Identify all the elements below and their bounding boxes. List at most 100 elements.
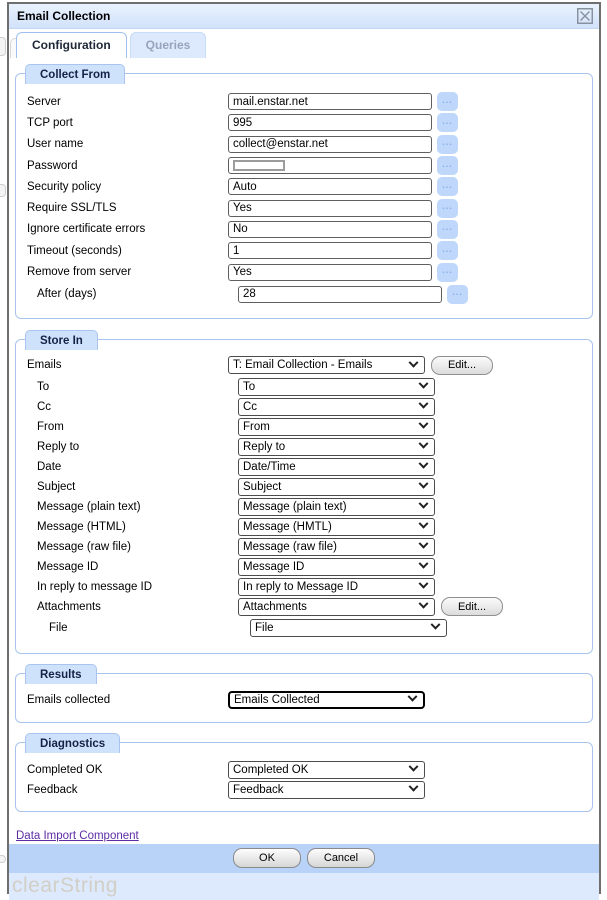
security-policy-input[interactable]: Auto <box>228 178 432 195</box>
timeout-browse-button[interactable]: ... <box>437 241 458 260</box>
in-reply-to-select[interactable]: In reply to Message ID <box>238 578 435 596</box>
message-id-select[interactable]: Message ID <box>238 558 435 576</box>
in-reply-to-row: In reply to message ID In reply to Messa… <box>16 577 592 597</box>
tab-configuration[interactable]: Configuration <box>16 32 127 58</box>
store-in-section: Store In Emails T: Email Collection - Em… <box>15 339 593 654</box>
feedback-row: Feedback Feedback <box>16 780 592 800</box>
chevron-down-icon <box>419 419 429 429</box>
security-policy-browse-button[interactable]: ... <box>437 177 458 196</box>
message-id-label: Message ID <box>37 561 238 573</box>
emails-collected-label: Emails collected <box>27 694 228 706</box>
title-bar: Email Collection <box>9 4 599 29</box>
cc-label: Cc <box>37 401 238 413</box>
ignore-cert-errors-browse-button[interactable]: ... <box>437 220 458 239</box>
completed-ok-label: Completed OK <box>27 764 228 776</box>
ok-button[interactable]: OK <box>233 848 301 868</box>
chevron-down-icon <box>419 459 429 469</box>
server-row: Server mail.enstar.net ... <box>16 91 592 112</box>
remove-from-server-row: Remove from server Yes ... <box>16 261 592 282</box>
configuration-panel: Collect From Server mail.enstar.net ... … <box>9 58 599 844</box>
dialog-title: Email Collection <box>17 9 576 23</box>
cc-select[interactable]: Cc <box>238 398 435 416</box>
ignore-cert-errors-input[interactable]: No <box>228 221 432 238</box>
date-row: Date Date/Time <box>16 457 592 477</box>
chevron-down-icon <box>408 692 418 702</box>
in-reply-to-label: In reply to message ID <box>37 581 238 593</box>
message-html-select[interactable]: Message (HMTL) <box>238 518 435 536</box>
cancel-button[interactable]: Cancel <box>307 848 375 868</box>
ignore-cert-errors-label: Ignore certificate errors <box>27 223 228 235</box>
password-row: Password ... <box>16 155 592 176</box>
store-in-legend: Store In <box>25 330 98 350</box>
emails-collected-select[interactable]: Emails Collected <box>228 691 425 709</box>
security-policy-row: Security policy Auto ... <box>16 176 592 197</box>
diagnostics-legend: Diagnostics <box>25 733 120 753</box>
user-name-input[interactable]: collect@enstar.net <box>228 136 432 153</box>
after-days-input[interactable]: 28 <box>238 286 442 303</box>
after-days-browse-button[interactable]: ... <box>447 285 468 304</box>
message-raw-file-label: Message (raw file) <box>37 541 238 553</box>
cc-row: Cc Cc <box>16 397 592 417</box>
password-input[interactable] <box>228 157 432 174</box>
user-name-row: User name collect@enstar.net ... <box>16 134 592 155</box>
file-select[interactable]: File <box>250 619 447 637</box>
data-import-component-link[interactable]: Data Import Component <box>16 830 139 842</box>
message-raw-file-row: Message (raw file) Message (raw file) <box>16 537 592 557</box>
emails-edit-button[interactable]: Edit... <box>431 356 493 375</box>
close-icon[interactable] <box>576 8 593 25</box>
tcp-port-browse-button[interactable]: ... <box>437 113 458 132</box>
require-ssl-browse-button[interactable]: ... <box>437 199 458 218</box>
chevron-down-icon <box>431 620 441 630</box>
emails-select[interactable]: T: Email Collection - Emails <box>228 356 425 374</box>
server-input[interactable]: mail.enstar.net <box>228 93 432 110</box>
completed-ok-select[interactable]: Completed OK <box>228 761 425 779</box>
tcp-port-row: TCP port 995 ... <box>16 112 592 133</box>
feedback-select[interactable]: Feedback <box>228 781 425 799</box>
chevron-down-icon <box>419 559 429 569</box>
message-id-row: Message ID Message ID <box>16 557 592 577</box>
subject-select[interactable]: Subject <box>238 478 435 496</box>
chevron-down-icon <box>419 499 429 509</box>
date-select[interactable]: Date/Time <box>238 458 435 476</box>
link-row: Data Import Component <box>16 826 593 844</box>
background-fragment <box>0 184 6 197</box>
date-label: Date <box>37 461 238 473</box>
chevron-down-icon <box>419 439 429 449</box>
remove-from-server-input[interactable]: Yes <box>228 264 432 281</box>
from-select[interactable]: From <box>238 418 435 436</box>
file-label: File <box>49 622 250 634</box>
tcp-port-label: TCP port <box>27 117 228 129</box>
require-ssl-input[interactable]: Yes <box>228 200 432 217</box>
reply-to-select[interactable]: Reply to <box>238 438 435 456</box>
server-browse-button[interactable]: ... <box>437 92 458 111</box>
message-raw-file-select[interactable]: Message (raw file) <box>238 538 435 556</box>
clearstring-watermark: clearString <box>9 874 118 898</box>
attachments-edit-button[interactable]: Edit... <box>441 597 503 616</box>
message-html-row: Message (HTML) Message (HMTL) <box>16 517 592 537</box>
user-name-browse-button[interactable]: ... <box>437 135 458 154</box>
remove-from-server-label: Remove from server <box>27 266 228 278</box>
feedback-label: Feedback <box>27 784 228 796</box>
tab-queries[interactable]: Queries <box>130 32 207 58</box>
background-fragment <box>0 855 6 863</box>
to-label: To <box>37 381 238 393</box>
remove-from-server-browse-button[interactable]: ... <box>437 263 458 282</box>
message-html-label: Message (HTML) <box>37 521 238 533</box>
password-browse-button[interactable]: ... <box>437 156 458 175</box>
results-section: Results Emails collected Emails Collecte… <box>15 673 593 723</box>
attachments-select[interactable]: Attachments <box>238 598 435 616</box>
dialog-button-bar: OK Cancel <box>9 844 599 873</box>
emails-collected-row: Emails collected Emails Collected <box>16 690 592 710</box>
timeout-input[interactable]: 1 <box>228 242 432 259</box>
watermark-strip: clearString <box>9 873 599 900</box>
ignore-cert-errors-row: Ignore certificate errors No ... <box>16 219 592 240</box>
tcp-port-input[interactable]: 995 <box>228 114 432 131</box>
message-plain-text-select[interactable]: Message (plain text) <box>238 498 435 516</box>
password-inner-field[interactable] <box>233 160 285 171</box>
tab-strip: Configuration Queries <box>9 29 599 58</box>
chevron-down-icon <box>409 782 419 792</box>
to-select[interactable]: To <box>238 378 435 396</box>
emails-label: Emails <box>27 359 228 371</box>
diagnostics-section: Diagnostics Completed OK Completed OK Fe… <box>15 742 593 812</box>
chevron-down-icon <box>419 379 429 389</box>
